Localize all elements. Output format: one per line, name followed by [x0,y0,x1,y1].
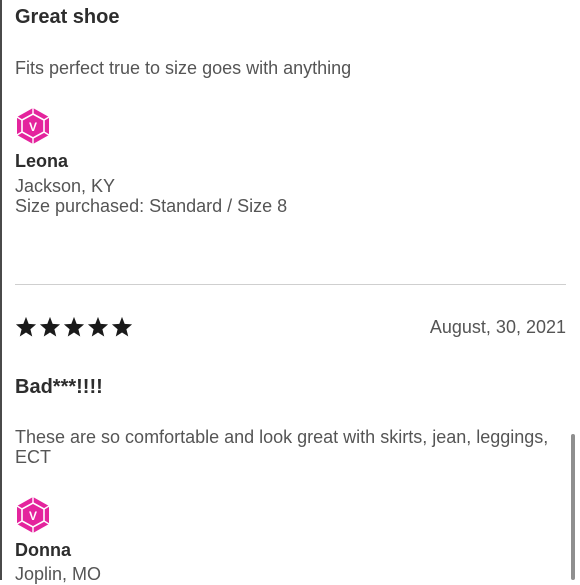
star-icon [111,316,133,337]
size-purchased: Size purchased: Standard / Size 8 [15,196,288,216]
star-icon [39,316,61,337]
review-body: Fits perfect true to size goes with anyt… [15,58,352,78]
vip-hexagon-badge-icon: V [15,107,51,145]
star-icon [87,316,109,337]
reviewer-name: Leona [15,151,69,171]
review-title: Great shoe [15,6,120,28]
star-rating [15,316,133,340]
star-icon [15,316,37,337]
reviewer-name: Donna [15,540,71,560]
scrollbar-thumb[interactable] [571,434,575,580]
vip-hexagon-badge-icon: V [15,496,51,534]
review-title: Bad***!!!! [15,376,103,398]
badge-letter: V [29,509,37,523]
reviewer-location: Jackson, KY [15,176,116,196]
star-icon [63,316,85,337]
badge-letter: V [29,120,37,134]
review-body: These are so comfortable and look great … [15,427,549,467]
page-left-border [0,0,2,580]
reviewer-location: Joplin, MO [15,564,102,584]
review-date: August, 30, 2021 [429,317,566,337]
review-divider [15,284,566,285]
